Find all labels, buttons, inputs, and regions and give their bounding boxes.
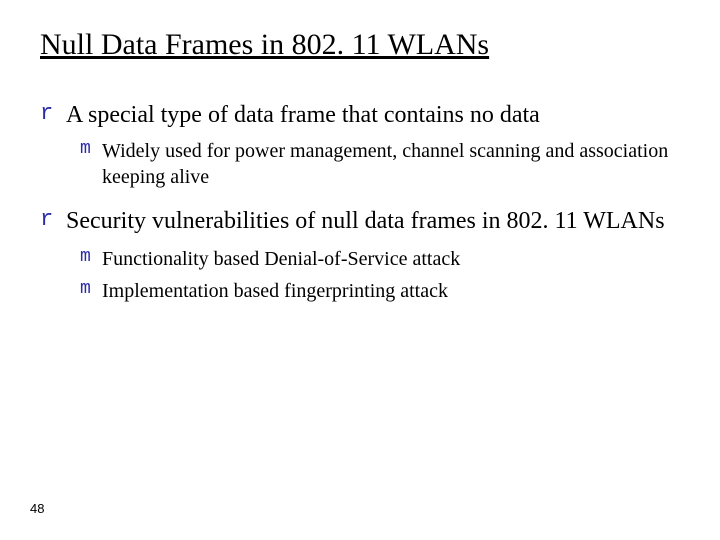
bullet-text: Security vulnerabilities of null data fr… [66, 206, 665, 236]
bullet-text: Widely used for power management, channe… [102, 138, 680, 190]
list-item: r A special type of data frame that cont… [40, 100, 680, 130]
slide-title: Null Data Frames in 802. 11 WLANs [40, 28, 680, 62]
bullet-marker: r [40, 206, 66, 234]
list-subitem: m Implementation based fingerprinting at… [80, 278, 680, 304]
list-subitem: m Functionality based Denial-of-Service … [80, 246, 680, 272]
bullet-text: A special type of data frame that contai… [66, 100, 540, 130]
bullet-marker: m [80, 278, 102, 301]
bullet-marker: r [40, 100, 66, 128]
bullet-marker: m [80, 138, 102, 161]
bullet-text: Functionality based Denial-of-Service at… [102, 246, 460, 272]
bullet-text: Implementation based fingerprinting atta… [102, 278, 448, 304]
list-item: r Security vulnerabilities of null data … [40, 206, 680, 236]
bullet-marker: m [80, 246, 102, 269]
page-number: 48 [30, 501, 44, 516]
list-subitem: m Widely used for power management, chan… [80, 138, 680, 190]
